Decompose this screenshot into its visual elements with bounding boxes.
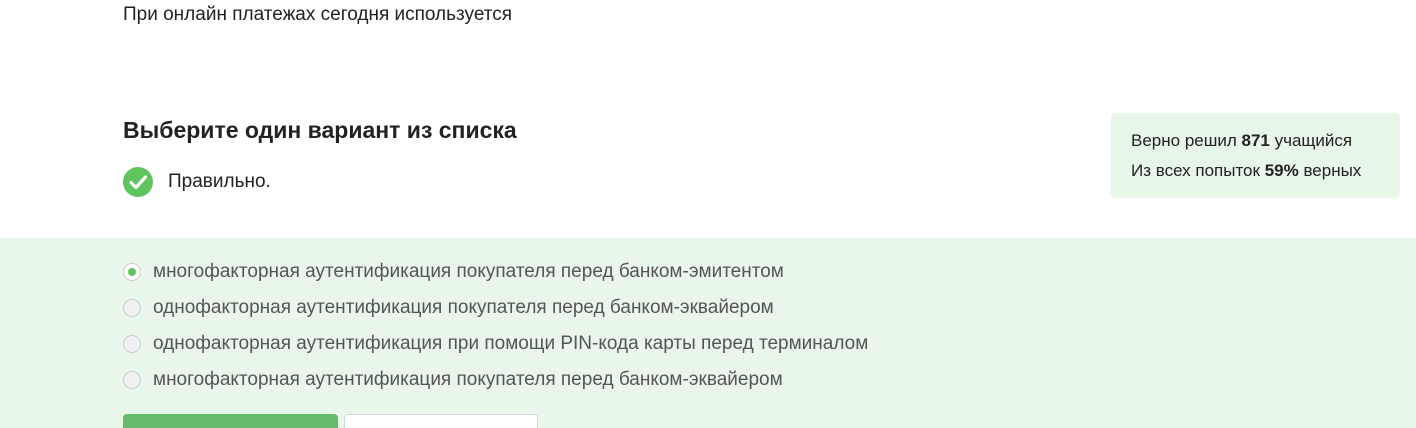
- radio-unselected[interactable]: [123, 335, 141, 353]
- answer-options: многофакторная аутентификация покупателя…: [0, 238, 1416, 428]
- option-2[interactable]: однофакторная аутентификация покупателя …: [123, 296, 774, 320]
- option-1[interactable]: многофакторная аутентификация покупателя…: [123, 260, 784, 284]
- stats-solved-suffix: учащийся: [1269, 131, 1353, 150]
- quiz-page: При онлайн платежах сегодня используется…: [0, 0, 1416, 428]
- stats-solved: Верно решил 871 учащийся: [1131, 128, 1400, 158]
- check-circle-icon: [123, 167, 153, 197]
- stats-attempts: Из всех попыток 59% верных: [1131, 158, 1400, 188]
- option-label: многофакторная аутентификация покупателя…: [153, 261, 784, 282]
- stats-solved-prefix: Верно решил: [1131, 131, 1242, 150]
- question-text: При онлайн платежах сегодня используется: [123, 4, 513, 25]
- radio-selected[interactable]: [123, 263, 141, 281]
- secondary-button[interactable]: [344, 414, 538, 428]
- radio-unselected[interactable]: [123, 371, 141, 389]
- instruction-heading: Выберите один вариант из списка: [123, 117, 517, 143]
- stats-solved-count: 871: [1241, 131, 1270, 150]
- option-label: многофакторная аутентификация покупателя…: [153, 369, 783, 390]
- option-3[interactable]: однофакторная аутентификация при помощи …: [123, 332, 868, 356]
- stats-attempts-suffix: верных: [1298, 161, 1362, 180]
- option-label: однофакторная аутентификация покупателя …: [153, 297, 774, 318]
- option-4[interactable]: многофакторная аутентификация покупателя…: [123, 368, 783, 392]
- radio-unselected[interactable]: [123, 299, 141, 317]
- option-label: однофакторная аутентификация при помощи …: [153, 333, 869, 354]
- stats-attempts-percent: 59%: [1264, 161, 1299, 180]
- feedback-text: Правильно.: [168, 171, 271, 192]
- feedback-correct: Правильно.: [123, 167, 271, 197]
- submit-button[interactable]: [123, 414, 338, 428]
- stats-box: Верно решил 871 учащийся Из всех попыток…: [1111, 113, 1400, 198]
- stats-attempts-prefix: Из всех попыток: [1131, 161, 1265, 180]
